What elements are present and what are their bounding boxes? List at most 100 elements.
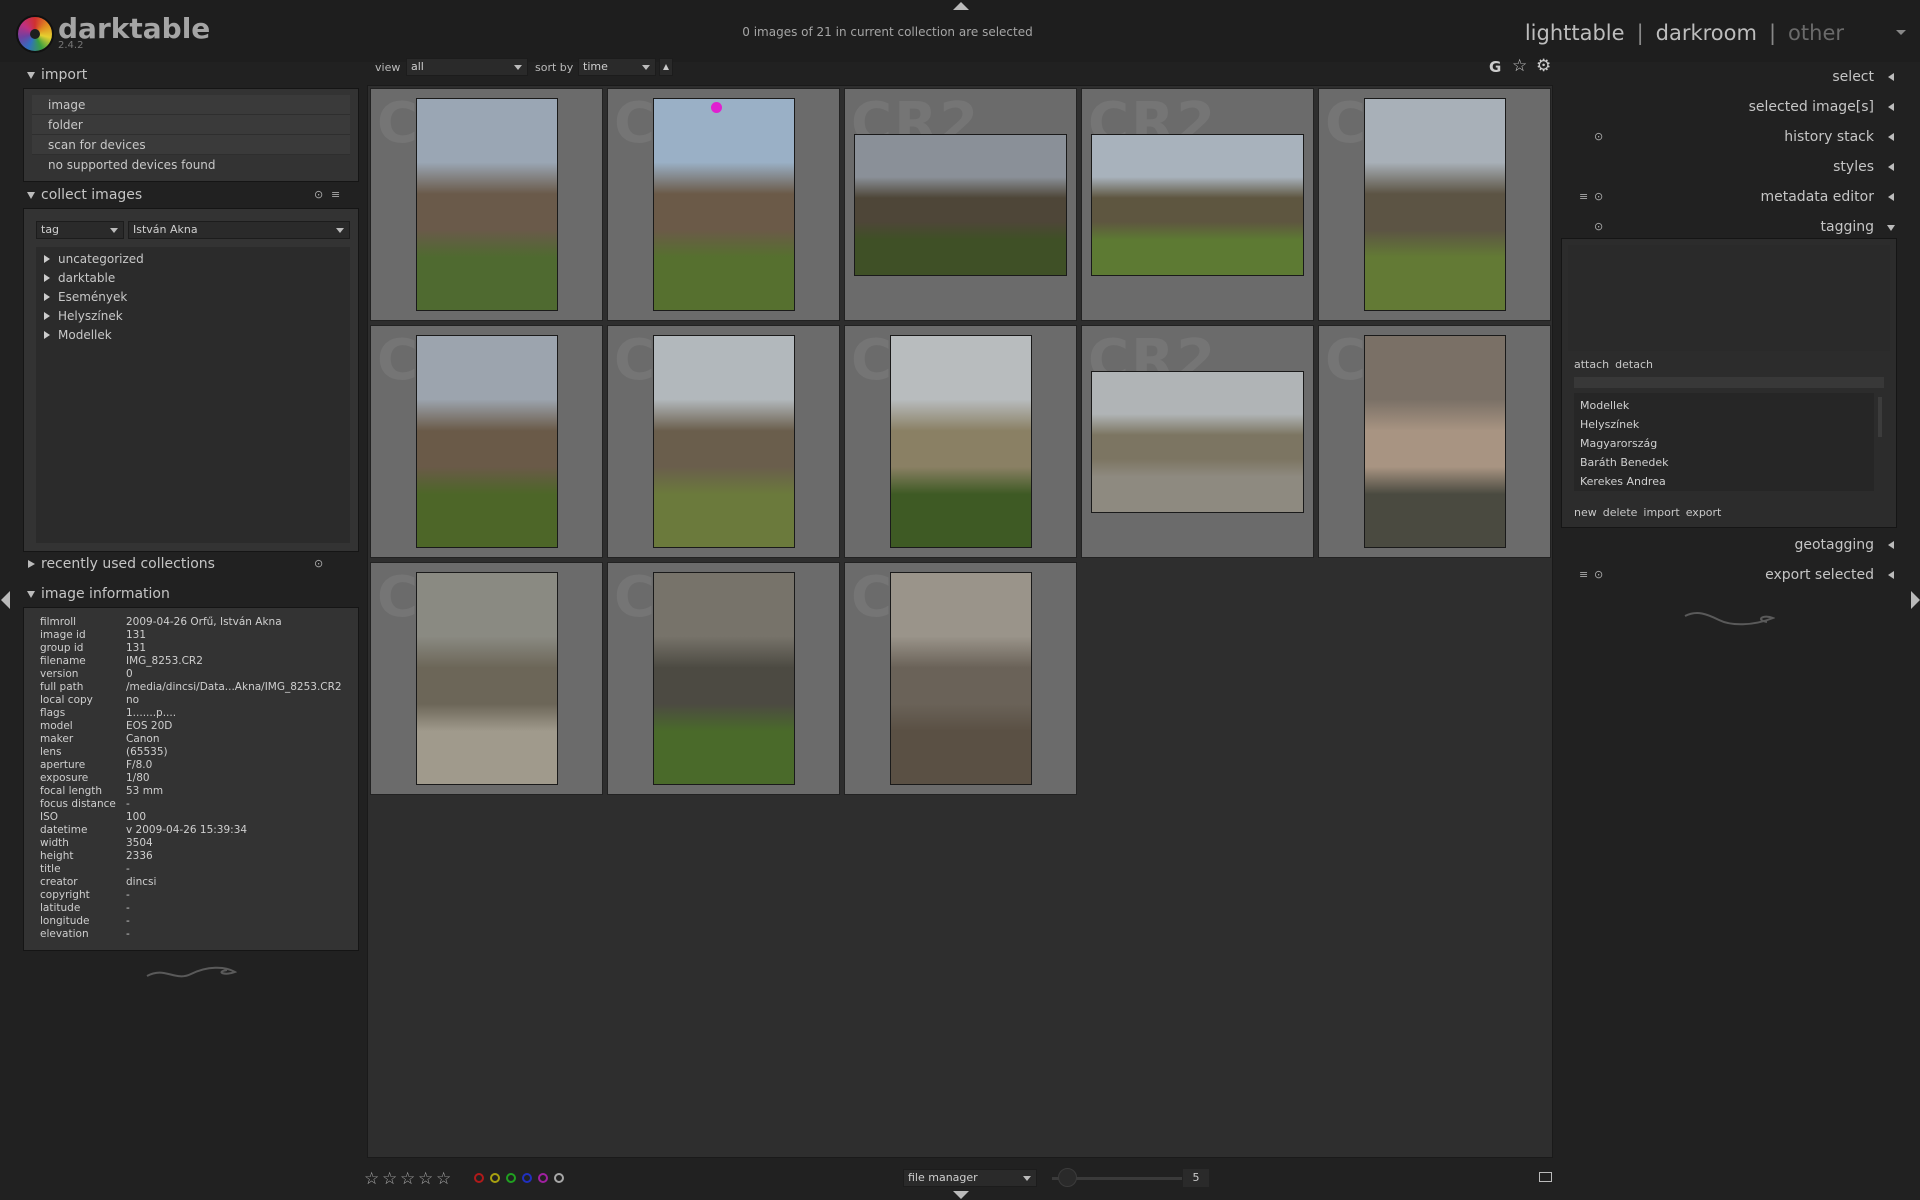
info-row: copyright - (24, 889, 358, 902)
tree-item-modellek[interactable]: Modellek (36, 326, 350, 345)
color-label-dot[interactable] (490, 1173, 500, 1183)
collect-property-select[interactable]: tag (36, 221, 124, 239)
geotagging-header[interactable]: geotagging (1559, 530, 1898, 560)
info-value: EOS 20D (126, 720, 173, 732)
tree-item-esemenyek[interactable]: Események (36, 288, 350, 307)
thumbnail-cell[interactable]: CR2 (370, 88, 603, 321)
view-darkroom[interactable]: darkroom (1656, 21, 1757, 45)
info-value: /media/dincsi/Data...Akna/IMG_8253.CR2 (126, 681, 342, 693)
presets-icon[interactable]: ⊙ (314, 557, 323, 570)
view-menu-chevron-icon[interactable] (1896, 30, 1906, 35)
color-label-dot[interactable] (538, 1173, 548, 1183)
info-row: width 3504 (24, 837, 358, 850)
color-label-dot[interactable] (554, 1173, 564, 1183)
thumbnail-cell[interactable]: CR2 (1318, 325, 1551, 558)
tag-list-item[interactable]: Magyarország (1574, 434, 1874, 453)
collect-value-input[interactable]: István Akna (128, 221, 350, 239)
thumbnail-image (653, 572, 795, 785)
sort-order-button[interactable] (659, 58, 673, 76)
info-value: 131 (126, 642, 147, 654)
presets-icon[interactable]: ⊙ (1594, 122, 1603, 152)
metadata-editor-header[interactable]: ≡ ⊙ metadata editor (1559, 182, 1898, 212)
import-folder-button[interactable]: folder (32, 115, 350, 135)
display-icon[interactable] (1539, 1172, 1552, 1182)
select-title: select (1832, 69, 1874, 85)
new-tag-button[interactable]: new (1574, 506, 1597, 519)
overlays-star-icon[interactable]: ☆ (1512, 56, 1527, 76)
panel-end-flourish-icon (1683, 608, 1776, 632)
collect-value-text: István Akna (133, 223, 198, 236)
import-tags-button[interactable]: import (1643, 506, 1679, 519)
export-tags-button[interactable]: export (1686, 506, 1722, 519)
presets-icon[interactable]: ⊙ (1594, 560, 1603, 590)
tag-list-item[interactable]: Kerekes Andrea (1574, 472, 1874, 491)
star-icon[interactable]: ☆ (418, 1169, 433, 1189)
gear-icon[interactable]: ⚙ (1536, 56, 1551, 76)
reset-icon[interactable]: ≡ (1579, 560, 1588, 590)
tag-list-item[interactable]: Baráth Benedek (1574, 453, 1874, 472)
delete-tag-button[interactable]: delete (1603, 506, 1638, 519)
styles-header[interactable]: styles (1559, 152, 1898, 182)
star-icon[interactable]: ☆ (436, 1169, 451, 1189)
color-label-dot[interactable] (522, 1173, 532, 1183)
collapse-left-arrow-icon[interactable] (1, 591, 10, 609)
zoom-entry[interactable]: 5 (1183, 1169, 1209, 1187)
view-lighttable[interactable]: lighttable (1525, 21, 1625, 45)
tag-list-item[interactable]: Helyszínek (1574, 415, 1874, 434)
sort-by-select[interactable]: time (578, 58, 656, 76)
thumbnail-cell[interactable]: CR2 (1081, 325, 1314, 558)
view-filter-select[interactable]: all (406, 58, 528, 76)
recent-collections-title: recently used collections (41, 556, 215, 572)
layout-select[interactable]: file manager (903, 1169, 1037, 1187)
tree-item-darktable[interactable]: darktable (36, 269, 350, 288)
reset-icon[interactable]: ≡ (1579, 182, 1588, 212)
collapse-top-arrow-icon[interactable] (953, 2, 969, 10)
scan-devices-button[interactable]: scan for devices (32, 135, 350, 155)
thumbnail-cell[interactable]: CR2 (607, 325, 840, 558)
star-icon[interactable]: ☆ (400, 1169, 415, 1189)
detach-button[interactable]: detach (1615, 358, 1653, 371)
altered-marker-icon[interactable] (711, 102, 722, 113)
tree-item-helyszinek[interactable]: Helyszínek (36, 307, 350, 326)
tagging-title: tagging (1820, 219, 1875, 235)
thumbnail-cell[interactable]: CR2 (607, 88, 840, 321)
color-label-dot[interactable] (506, 1173, 516, 1183)
presets-icon[interactable]: ⊙ (314, 188, 323, 201)
thumbnail-cell[interactable]: CR2 (1081, 88, 1314, 321)
thumbnail-cell[interactable]: CR2 (370, 562, 603, 795)
info-key: local copy (40, 694, 93, 706)
thumbnail-cell[interactable]: CR2 (370, 325, 603, 558)
import-image-button[interactable]: image (32, 95, 350, 115)
reset-icon[interactable]: ≡ (331, 188, 340, 201)
star-icon[interactable]: ☆ (364, 1169, 379, 1189)
presets-icon[interactable]: ⊙ (1594, 182, 1603, 212)
thumbnail-grid: CR2CR2CR2CR2CR2CR2CR2CR2CR2CR2CR2CR2CR2 (367, 85, 1553, 1158)
info-value: - (126, 902, 130, 914)
thumbnail-cell[interactable]: CR2 (1318, 88, 1551, 321)
thumbnail-cell[interactable]: CR2 (844, 88, 1077, 321)
color-label-dot[interactable] (474, 1173, 484, 1183)
tag-list-item[interactable]: Modellek (1574, 396, 1874, 415)
collapse-right-arrow-icon[interactable] (1911, 591, 1920, 609)
select-header[interactable]: select (1559, 62, 1898, 92)
thumbnail-cell[interactable]: CR2 (607, 562, 840, 795)
recent-collections-header[interactable]: recently used collections ⊙ (20, 551, 360, 581)
collapse-bottom-arrow-icon[interactable] (953, 1191, 969, 1199)
export-selected-header[interactable]: ≡ ⊙ export selected (1559, 560, 1898, 590)
view-other[interactable]: other (1788, 21, 1844, 45)
grouping-button[interactable]: G (1489, 58, 1501, 76)
history-stack-header[interactable]: ⊙ history stack (1559, 122, 1898, 152)
thumbnail-image (416, 572, 558, 785)
thumbnail-cell[interactable]: CR2 (844, 325, 1077, 558)
info-value: 2336 (126, 850, 153, 862)
thumbnail-cell[interactable]: CR2 (844, 562, 1077, 795)
selected-images-header[interactable]: selected image[s] (1559, 92, 1898, 122)
tag-list-scrollbar[interactable] (1878, 397, 1882, 437)
tree-item-uncategorized[interactable]: uncategorized (36, 250, 350, 269)
info-row: creator dincsi (24, 876, 358, 889)
tag-search-input[interactable] (1574, 377, 1884, 388)
attach-button[interactable]: attach (1574, 358, 1609, 371)
zoom-slider-handle[interactable] (1058, 1168, 1077, 1187)
star-icon[interactable]: ☆ (382, 1169, 397, 1189)
sort-by-value: time (583, 60, 608, 73)
